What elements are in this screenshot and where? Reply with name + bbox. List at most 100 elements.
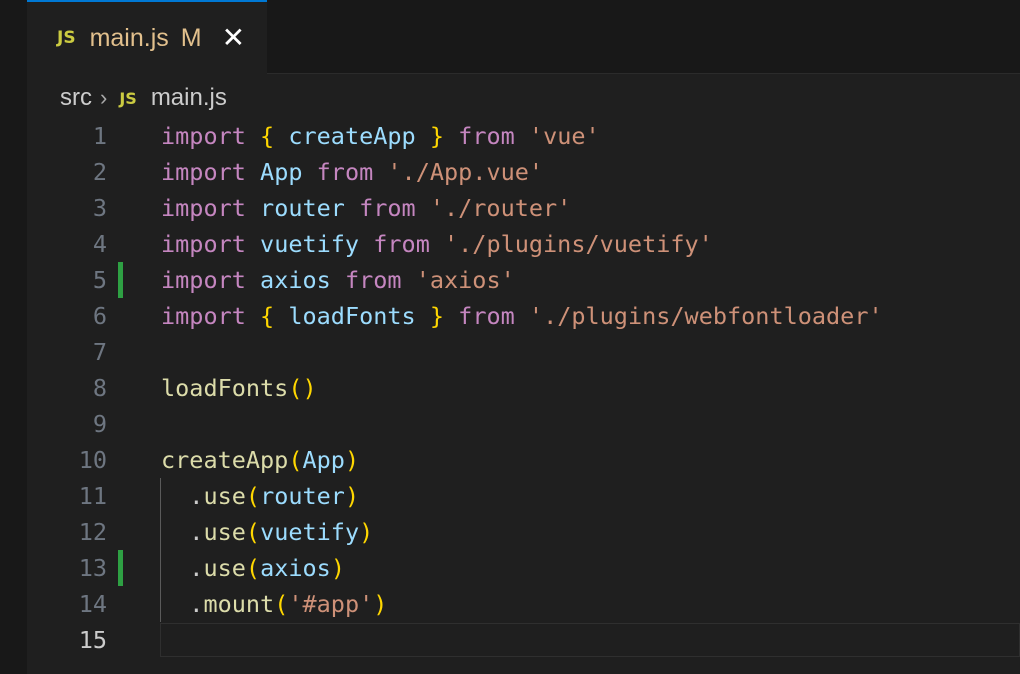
code-token: router [260,482,345,510]
code-editor[interactable]: 1 import { createApp } from 'vue' 2 import … [27,118,1020,674]
line-number: 4 [92,230,107,258]
code-token: mount [203,590,275,618]
code-line[interactable]: 13 .use(axios) [27,550,1020,586]
code-token: createApp [161,446,289,474]
close-icon[interactable]: ✕ [222,24,245,52]
code-token: ( [288,446,303,474]
line-number: 12 [78,518,107,546]
line-number: 10 [78,446,107,474]
code-token: import [161,302,246,330]
code-line[interactable]: 12 .use(vuetify) [27,514,1020,550]
code-token: loadFonts [288,302,416,330]
tab-title: main.js [89,23,169,52]
breadcrumb: src › JS main.js [60,80,227,116]
line-number: 6 [92,302,107,330]
code-token: { [260,122,275,150]
code-text: .mount('#app') [161,586,387,622]
code-line[interactable]: 5 import axios from 'axios' [27,262,1020,298]
code-token: . [161,518,204,546]
javascript-file-icon: JS [57,28,76,48]
code-token: () [288,374,317,402]
activity-strip [0,0,27,674]
code-token: . [161,554,204,582]
code-token: 'axios' [415,266,515,294]
line-number: 14 [78,590,107,618]
code-text: createApp(App) [161,442,359,478]
code-token: vuetify [260,230,360,258]
code-line[interactable]: 9 [27,406,1020,442]
code-token: use [203,482,246,510]
code-token: ) [373,590,388,618]
editor-window: JS main.js M ✕ src › JS main.js 1 import … [0,0,1020,674]
code-line[interactable]: 11 .use(router) [27,478,1020,514]
code-text: import { createApp } from 'vue' [161,118,600,154]
code-line[interactable]: 14 .mount('#app') [27,586,1020,622]
code-text: loadFonts() [161,370,317,406]
code-token: router [260,194,345,222]
line-number: 15 [78,626,107,654]
breadcrumb-file-main-js[interactable]: main.js [151,84,227,112]
code-token: '#app' [288,590,374,618]
breadcrumb-folder-src[interactable]: src [60,84,92,112]
code-token: './plugins/vuetify' [444,230,713,258]
code-line[interactable]: 1 import { createApp } from 'vue' [27,118,1020,154]
code-token: from [344,266,402,294]
code-text: import axios from 'axios' [161,262,515,298]
code-token: ( [245,518,261,546]
code-token: from [458,122,515,150]
code-token: import [161,230,246,258]
code-token: 'vue' [528,122,600,150]
code-token: createApp [288,122,416,150]
code-token: import [161,158,246,186]
code-line[interactable]: 3 import router from './router' [27,190,1020,226]
code-token: axios [260,554,331,582]
code-line[interactable]: 2 import App from './App.vue' [27,154,1020,190]
code-line[interactable]: 8 loadFonts() [27,370,1020,406]
line-number: 9 [92,410,107,438]
git-added-marker[interactable] [118,262,123,298]
modified-indicator: M [180,23,202,52]
code-token: import [161,122,246,150]
line-number: 2 [92,158,107,186]
code-line[interactable]: 6 import { loadFonts } from './plugins/we… [27,298,1020,334]
code-token: './router' [429,194,572,222]
code-token: ) [359,518,374,546]
code-line[interactable]: 7 [27,334,1020,370]
tab-main-js[interactable]: JS main.js M ✕ [27,0,267,74]
code-token: ) [344,446,360,474]
code-text: .use(router) [161,478,359,514]
code-token: './App.vue' [387,158,544,186]
code-text: import router from './router' [161,190,571,226]
code-token: use [203,518,246,546]
code-token: vuetify [260,518,360,546]
code-token: './plugins/webfontloader' [528,302,883,330]
code-line[interactable]: 10 createApp(App) [27,442,1020,478]
git-added-marker[interactable] [118,550,123,586]
line-number: 11 [78,482,107,510]
code-text: import { loadFonts } from './plugins/web… [161,298,883,334]
code-token: } [429,302,445,330]
code-text: import vuetify from './plugins/vuetify' [161,226,713,262]
code-line[interactable]: 4 import vuetify from './plugins/vuetify' [27,226,1020,262]
code-line[interactable]: 15 [27,622,1020,658]
code-token: from [359,194,416,222]
code-token: from [373,230,430,258]
code-token: ( [245,482,261,510]
code-token: ) [344,482,360,510]
